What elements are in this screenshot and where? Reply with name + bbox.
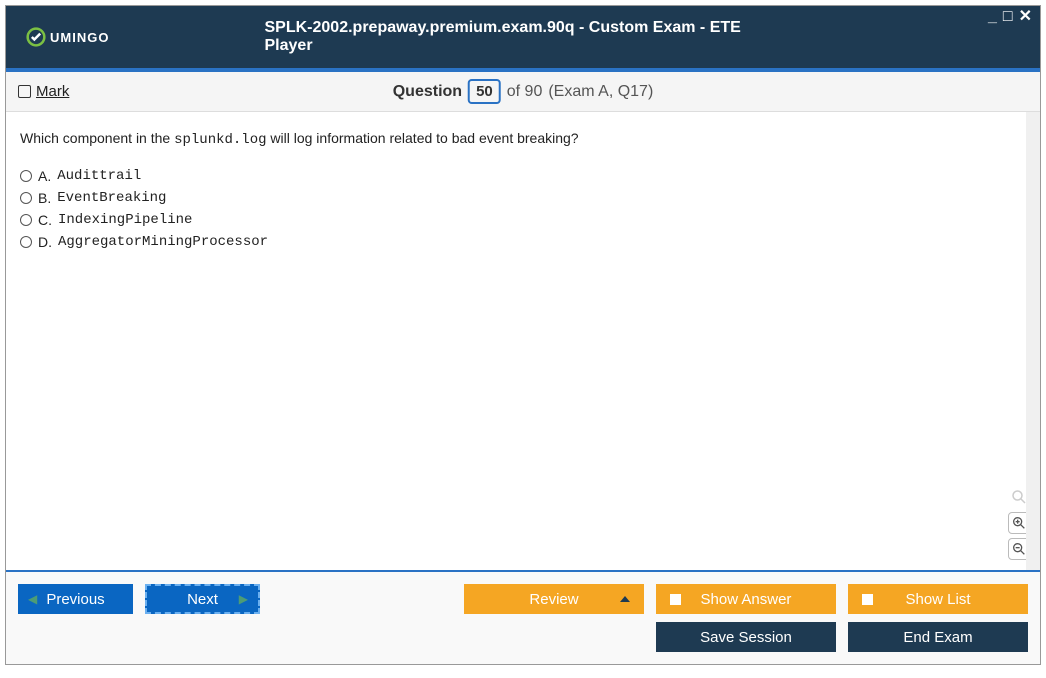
option-letter: B. (38, 190, 51, 206)
square-icon (862, 594, 873, 605)
options-list: A. Audittrail B. EventBreaking C. Indexi… (20, 168, 1026, 250)
content-area: Which component in the splunkd.log will … (6, 112, 1040, 570)
q-suffix: will log information related to bad even… (267, 130, 579, 146)
btn-label: Next (187, 591, 218, 608)
chevron-left-icon: ◀ (28, 592, 37, 606)
option-text: EventBreaking (57, 190, 166, 206)
footer: ◀ Previous Next ▶ Review Show Answer Sho… (6, 570, 1040, 664)
minimize-icon[interactable]: _ (988, 10, 997, 24)
square-icon (670, 594, 681, 605)
window-title: SPLK-2002.prepaway.premium.exam.90q - Cu… (265, 19, 782, 55)
btn-label: Save Session (700, 629, 792, 646)
question-total: of 90 (507, 83, 543, 101)
show-answer-button[interactable]: Show Answer (656, 584, 836, 614)
question-text: Which component in the splunkd.log will … (20, 130, 1026, 148)
window-controls: _ □ ✕ (988, 10, 1032, 24)
radio-icon[interactable] (20, 170, 32, 182)
app-window: UMINGO SPLK-2002.prepaway.premium.exam.9… (5, 5, 1041, 665)
previous-button[interactable]: ◀ Previous (18, 584, 133, 614)
option-d[interactable]: D. AggregatorMiningProcessor (20, 234, 1026, 250)
btn-label: Show List (905, 591, 970, 608)
q-code: splunkd.log (174, 132, 266, 148)
end-exam-button[interactable]: End Exam (848, 622, 1028, 652)
mark-label: Mark (36, 83, 69, 100)
question-number: 50 (468, 79, 501, 104)
option-letter: C. (38, 212, 52, 228)
mark-toggle[interactable]: Mark (18, 83, 69, 100)
chevron-right-icon: ▶ (239, 592, 248, 606)
radio-icon[interactable] (20, 192, 32, 204)
option-letter: D. (38, 234, 52, 250)
logo: UMINGO (26, 27, 109, 47)
option-text: IndexingPipeline (58, 212, 192, 228)
next-button[interactable]: Next ▶ (145, 584, 260, 614)
triangle-up-icon (620, 596, 630, 602)
maximize-icon[interactable]: □ (1003, 10, 1013, 24)
option-text: AggregatorMiningProcessor (58, 234, 268, 250)
scrollbar[interactable] (1026, 112, 1040, 570)
logo-text: UMINGO (50, 30, 109, 45)
review-button[interactable]: Review (464, 584, 644, 614)
show-list-button[interactable]: Show List (848, 584, 1028, 614)
radio-icon[interactable] (20, 214, 32, 226)
q-prefix: Which component in the (20, 130, 174, 146)
titlebar: UMINGO SPLK-2002.prepaway.premium.exam.9… (6, 6, 1040, 68)
question-info: Question 50 of 90 (Exam A, Q17) (393, 79, 654, 104)
btn-label: Review (529, 591, 578, 608)
close-icon[interactable]: ✕ (1019, 10, 1032, 24)
question-word: Question (393, 83, 462, 101)
footer-row-2: Save Session End Exam (18, 622, 1028, 652)
btn-label: End Exam (903, 629, 972, 646)
save-session-button[interactable]: Save Session (656, 622, 836, 652)
radio-icon[interactable] (20, 236, 32, 248)
btn-label: Show Answer (701, 591, 792, 608)
question-context: (Exam A, Q17) (548, 83, 653, 101)
footer-row-1: ◀ Previous Next ▶ Review Show Answer Sho… (18, 584, 1028, 614)
logo-icon (26, 27, 46, 47)
option-a[interactable]: A. Audittrail (20, 168, 1026, 184)
option-letter: A. (38, 168, 51, 184)
option-b[interactable]: B. EventBreaking (20, 190, 1026, 206)
option-c[interactable]: C. IndexingPipeline (20, 212, 1026, 228)
question-bar: Mark Question 50 of 90 (Exam A, Q17) (6, 72, 1040, 112)
option-text: Audittrail (57, 168, 141, 184)
checkbox-icon[interactable] (18, 85, 31, 98)
btn-label: Previous (46, 591, 104, 608)
